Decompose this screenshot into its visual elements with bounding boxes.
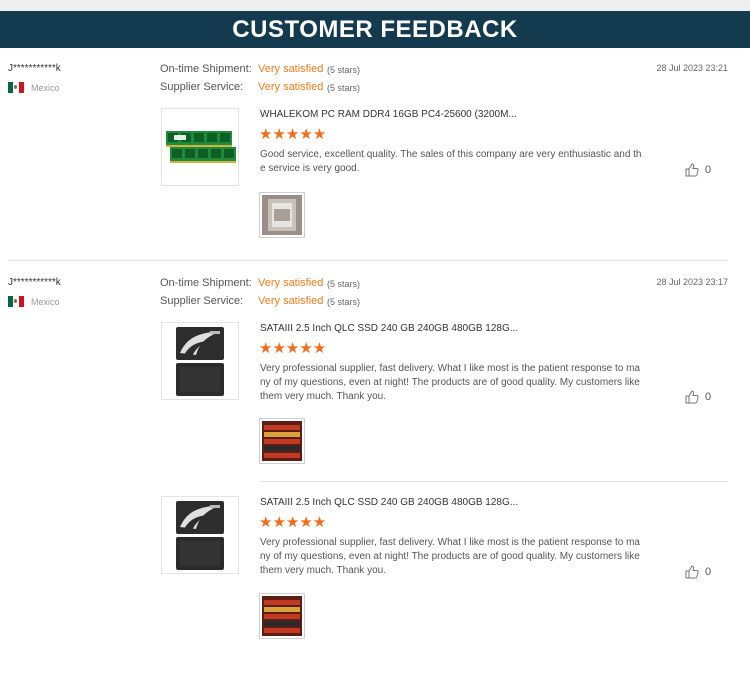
like-button[interactable]: 0 [685, 163, 711, 177]
ontime-value: Very satisfied [258, 277, 324, 289]
supplier-value: Very satisfied [258, 295, 324, 307]
rating-stars: ★★★★★ [259, 126, 327, 143]
ontime-label: On-time Shipment: [160, 277, 252, 289]
page-title: CUSTOMER FEEDBACK [0, 11, 750, 48]
ssd-stack-photo-icon [262, 421, 302, 461]
product-thumbnail[interactable] [161, 496, 239, 574]
mexico-flag-icon [8, 82, 24, 93]
ssd-stack-photo-icon [262, 596, 302, 636]
ssd-drive-icon [176, 327, 224, 396]
product-title[interactable]: WHALEKOM PC RAM DDR4 16GB PC4-25600 (320… [260, 109, 517, 120]
like-count: 0 [705, 164, 712, 176]
ram-module-icon [166, 131, 236, 163]
reviewer-country: Mexico [8, 296, 60, 307]
ontime-stars: (5 stars) [327, 279, 361, 289]
review-date: 28 Jul 2023 23:17 [656, 277, 728, 287]
reviewer-name: J***********k [8, 63, 61, 74]
supplier-label: Supplier Service: [160, 81, 244, 93]
review-photo[interactable] [259, 192, 305, 238]
top-strip [0, 0, 750, 11]
thumbs-up-icon [685, 565, 699, 579]
thumbs-up-icon [685, 390, 699, 404]
review-date: 28 Jul 2023 23:21 [656, 63, 728, 73]
mexico-flag-icon [8, 296, 24, 307]
country-name: Mexico [31, 82, 60, 93]
ssd-drive-icon [176, 501, 224, 570]
product-title[interactable]: SATAIII 2.5 Inch QLC SSD 240 GB 240GB 48… [260, 497, 518, 508]
thumbs-up-icon [685, 163, 699, 177]
review-photo[interactable] [259, 418, 305, 464]
like-button[interactable]: 0 [685, 565, 711, 579]
product-thumbnail[interactable] [161, 108, 239, 186]
rating-stars: ★★★★★ [259, 340, 327, 357]
ontime-label: On-time Shipment: [160, 63, 252, 75]
product-thumbnail[interactable] [161, 322, 239, 400]
supplier-value: Very satisfied [258, 81, 324, 93]
country-name: Mexico [31, 296, 60, 307]
reviewer-name: J***********k [8, 277, 61, 288]
review-photo[interactable] [259, 593, 305, 639]
like-button[interactable]: 0 [685, 390, 711, 404]
review-text: Good service, excellent quality. The sal… [260, 149, 642, 174]
ontime-value: Very satisfied [258, 63, 324, 75]
supplier-stars: (5 stars) [327, 297, 361, 307]
review-divider [8, 260, 728, 261]
ontime-stars: (5 stars) [327, 65, 361, 75]
box-photo-icon [262, 195, 302, 235]
supplier-stars: (5 stars) [327, 83, 361, 93]
rating-stars: ★★★★★ [259, 514, 327, 531]
review-text: Very professional supplier, fast deliver… [260, 363, 640, 402]
product-title[interactable]: SATAIII 2.5 Inch QLC SSD 240 GB 240GB 48… [260, 323, 518, 334]
review-text: Very professional supplier, fast deliver… [260, 537, 640, 576]
reviewer-country: Mexico [8, 82, 60, 93]
item-divider [259, 481, 728, 482]
like-count: 0 [705, 391, 712, 403]
supplier-label: Supplier Service: [160, 295, 244, 307]
like-count: 0 [705, 566, 712, 578]
